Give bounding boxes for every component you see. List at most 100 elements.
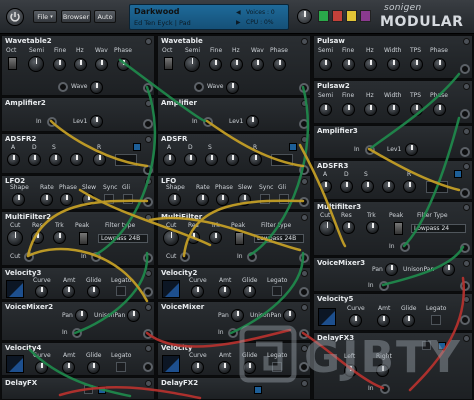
resonance-knob[interactable] [187, 231, 200, 244]
input-port[interactable] [247, 252, 257, 262]
output-port[interactable] [299, 119, 309, 129]
cutoff-knob[interactable] [163, 230, 179, 246]
browser-button[interactable]: Browser [61, 10, 91, 23]
close-icon[interactable] [463, 83, 470, 90]
output-port[interactable] [460, 147, 470, 157]
close-icon[interactable] [301, 178, 308, 185]
tracking-knob[interactable] [366, 221, 379, 234]
unison-pan-knob[interactable] [442, 263, 455, 276]
output-port[interactable] [299, 197, 309, 207]
purple-cable-toggle[interactable] [360, 10, 371, 22]
fall-knob[interactable] [382, 180, 395, 193]
phase-knob[interactable] [273, 58, 286, 71]
phase-knob[interactable] [216, 193, 229, 206]
tps-knob[interactable] [410, 103, 423, 116]
octave-switch[interactable] [8, 57, 17, 70]
glide-toggle[interactable] [279, 194, 289, 204]
input-port[interactable] [58, 82, 68, 92]
hz-knob[interactable] [364, 103, 377, 116]
close-icon[interactable] [145, 38, 152, 45]
rate-knob[interactable] [40, 193, 53, 206]
semi-knob[interactable] [28, 56, 44, 72]
module-amplifier[interactable]: Amplifier In Lev1 [157, 97, 311, 132]
glide-toggle[interactable] [123, 194, 133, 204]
input-port[interactable] [379, 281, 389, 291]
phase-knob[interactable] [433, 103, 446, 116]
wave-mod-knob[interactable] [226, 81, 239, 94]
glide-knob[interactable] [87, 361, 100, 374]
glide-knob[interactable] [243, 285, 256, 298]
close-icon[interactable] [145, 270, 152, 277]
fine-knob[interactable] [342, 103, 355, 116]
fall-knob[interactable] [226, 153, 239, 166]
module-adsfr[interactable]: ADSFR A D S R [157, 133, 311, 175]
unison-pan-knob[interactable] [283, 309, 296, 322]
yellow-cable-toggle[interactable] [346, 10, 357, 22]
input-port[interactable] [228, 328, 238, 338]
semi-knob[interactable] [184, 56, 200, 72]
close-icon[interactable] [145, 304, 152, 311]
close-icon[interactable] [145, 380, 152, 387]
output-port[interactable] [460, 281, 470, 291]
tracking-knob[interactable] [53, 231, 66, 244]
input-port[interactable] [47, 117, 57, 127]
output-port[interactable] [460, 188, 470, 198]
module-pulsaw[interactable]: Pulsaw Semi Fine Hz Width TPS Phase [313, 35, 473, 79]
amount-knob[interactable] [62, 285, 75, 298]
sync-toggle[interactable] [104, 194, 114, 204]
close-icon[interactable] [301, 214, 308, 221]
tracking-knob[interactable] [209, 231, 222, 244]
filter-type-select[interactable]: Lowpass 24 [411, 224, 466, 233]
output-port[interactable] [299, 253, 309, 263]
module-velocity4[interactable]: Velocity4 Curve Amt Glide Legato [1, 342, 155, 376]
close-icon[interactable] [301, 136, 308, 143]
unison-pan-knob[interactable] [127, 309, 140, 322]
curve-knob[interactable] [35, 285, 48, 298]
fall-knob[interactable] [70, 153, 83, 166]
peak-switch[interactable] [235, 232, 244, 245]
module-lfo[interactable]: LFO Shape Rate Phase Slew Sync Gli [157, 175, 311, 210]
close-icon[interactable] [301, 100, 308, 107]
hz-knob[interactable] [364, 58, 377, 71]
fine-knob[interactable] [53, 58, 66, 71]
wave-mod-knob[interactable] [90, 81, 103, 94]
rate-knob[interactable] [196, 193, 209, 206]
module-lfo2[interactable]: LFO2 Shape Rate Phase Slew Sync Gli [1, 175, 155, 210]
resonance-knob[interactable] [342, 221, 355, 234]
module-pulsaw2[interactable]: Pulsaw2 Semi Fine Hz Width TPS Phase [313, 80, 473, 124]
input-port[interactable] [91, 252, 101, 262]
module-voicemixer2[interactable]: VoiceMixer2 Pan UnisonPan In [1, 301, 155, 341]
pan-knob[interactable] [385, 263, 398, 276]
decay-knob[interactable] [184, 153, 197, 166]
module-multifilter[interactable]: MultiFilter Cut Res Trk Peak Filter type… [157, 211, 311, 266]
module-multifilter3[interactable]: Multifilter3 Cut Res Trk Peak Filter Typ… [313, 201, 473, 256]
pan-knob[interactable] [75, 309, 88, 322]
file-menu-button[interactable]: File ▾ [33, 10, 57, 23]
semi-knob[interactable] [319, 58, 332, 71]
close-icon[interactable] [463, 163, 470, 170]
phase-knob[interactable] [117, 58, 130, 71]
fine-knob[interactable] [209, 58, 222, 71]
mode-led[interactable] [454, 170, 462, 178]
close-icon[interactable] [463, 260, 470, 267]
octave-switch[interactable] [164, 57, 173, 70]
attack-knob[interactable] [319, 180, 332, 193]
legato-toggle[interactable] [116, 362, 126, 372]
level-knob[interactable] [90, 115, 103, 128]
master-volume-knob[interactable] [297, 9, 312, 24]
close-icon[interactable] [301, 304, 308, 311]
phase-knob[interactable] [60, 193, 73, 206]
prev-preset-icon[interactable]: ◀ [236, 9, 241, 16]
decay-knob[interactable] [28, 153, 41, 166]
output-port[interactable] [143, 329, 153, 339]
sync-led[interactable] [98, 386, 106, 394]
semi-knob[interactable] [319, 103, 332, 116]
amount-knob[interactable] [218, 285, 231, 298]
output-port[interactable] [460, 109, 470, 119]
close-icon[interactable] [145, 178, 152, 185]
peak-switch[interactable] [394, 222, 403, 235]
red-cable-toggle[interactable] [332, 10, 343, 22]
module-velocity3[interactable]: Velocity3 Curve Amt Glide Legato [1, 267, 155, 300]
peak-switch[interactable] [79, 232, 88, 245]
close-icon[interactable] [463, 38, 470, 45]
